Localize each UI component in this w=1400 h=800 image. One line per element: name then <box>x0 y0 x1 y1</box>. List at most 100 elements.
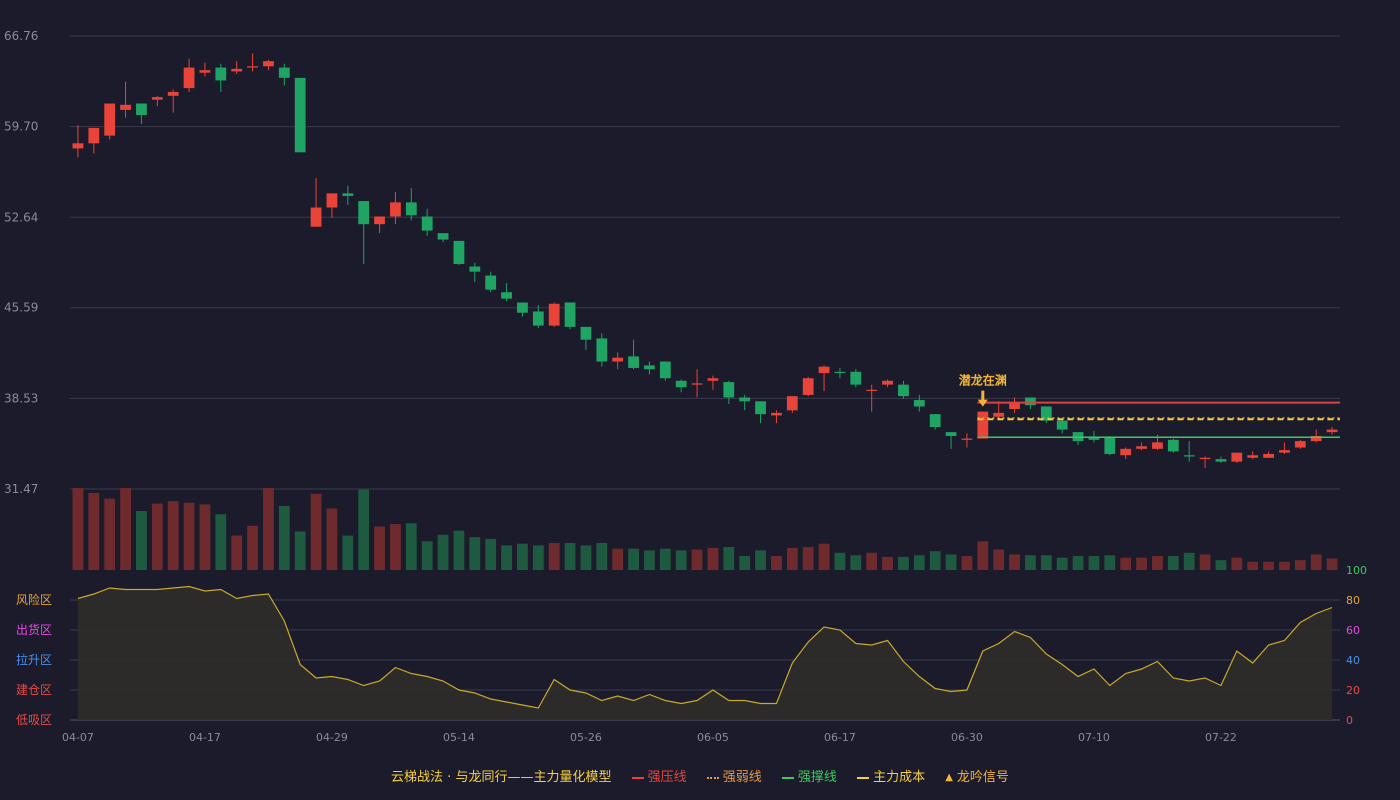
volume-bar <box>739 556 751 570</box>
volume-bar <box>961 556 973 570</box>
volume-bar <box>755 550 766 570</box>
candle-body <box>1294 441 1306 448</box>
volume-bar <box>263 488 274 570</box>
volume-bar <box>913 555 925 570</box>
x-tick-label: 04-29 <box>316 731 348 744</box>
candle-body <box>358 201 370 225</box>
volume-bar <box>231 535 243 570</box>
osc-tick-label: 60 <box>1346 624 1360 637</box>
candle-body <box>72 143 84 149</box>
candle-body <box>993 412 1005 417</box>
volume-bar <box>374 526 385 570</box>
candle-body <box>310 207 322 227</box>
volume-bar <box>977 541 989 570</box>
volume-bar <box>215 514 227 570</box>
volume-bar <box>247 525 258 570</box>
volume-bar <box>1247 561 1259 570</box>
candle-body <box>929 414 941 427</box>
candle-body <box>945 432 957 436</box>
volume-bar <box>104 498 116 570</box>
candle-body <box>1167 439 1179 452</box>
zone-label: 出货区 <box>16 622 52 637</box>
volume-bar <box>199 504 211 570</box>
volume-bar <box>802 547 814 570</box>
price-tick-label: 38.53 <box>4 391 38 405</box>
legend-label: 强压线 <box>647 770 687 785</box>
volume-bar <box>88 492 100 570</box>
legend-item-signal[interactable]: ▲ 龙吟信号 <box>945 766 1009 785</box>
price-tick-label: 66.76 <box>4 29 38 43</box>
volume-bar <box>405 523 417 570</box>
candle-body <box>1215 459 1227 462</box>
candle-body <box>294 77 306 153</box>
volume-bar <box>278 506 290 570</box>
x-tick-label: 07-10 <box>1078 731 1110 744</box>
legend-item-support[interactable]: 强撑线 <box>781 766 837 785</box>
candle-body <box>247 66 258 68</box>
volume-bar <box>1152 556 1163 570</box>
volume-bar <box>167 501 179 570</box>
volume-bar <box>342 535 354 570</box>
oscillator-area <box>77 586 1333 720</box>
candle-body <box>1136 446 1147 449</box>
price-panel <box>72 53 1338 469</box>
x-tick-label: 06-30 <box>951 731 983 744</box>
candle-body <box>1183 455 1195 457</box>
candle-body <box>485 275 497 290</box>
legend-item-weak[interactable]: 强弱线 <box>706 766 762 785</box>
candle-body <box>739 397 751 402</box>
volume-bar <box>501 545 512 570</box>
osc-tick-label: 20 <box>1346 684 1360 697</box>
x-tick-label: 06-05 <box>697 731 729 744</box>
candle-body <box>183 67 195 89</box>
volume-bar <box>1072 556 1084 570</box>
volume-bar <box>1009 554 1020 570</box>
candle-body <box>913 400 925 407</box>
candle-body <box>1104 437 1116 454</box>
candle-body <box>374 216 385 225</box>
volume-bar <box>1310 554 1322 570</box>
candle-body <box>548 303 560 326</box>
volume-bar <box>1104 555 1116 570</box>
volume-panel <box>72 488 1338 570</box>
candle-body <box>151 97 163 100</box>
candle-body <box>1152 442 1163 449</box>
volume-bar <box>898 556 909 570</box>
volume-bar <box>1279 561 1290 570</box>
candle-body <box>390 202 401 217</box>
volume-bar <box>294 531 306 570</box>
volume-bar <box>1215 560 1227 570</box>
candle-body <box>215 67 227 81</box>
candle-body <box>263 61 274 67</box>
volume-bar <box>644 550 655 570</box>
price-tick-label: 45.59 <box>4 301 38 315</box>
candle-body <box>564 302 576 327</box>
legend-label: 强弱线 <box>722 770 762 785</box>
candle-body <box>707 378 719 381</box>
x-tick-label: 04-17 <box>189 731 221 744</box>
candle-body <box>1279 450 1290 453</box>
oscillator-panel <box>77 585 1333 720</box>
candle-body <box>437 233 449 240</box>
candle-body <box>120 104 131 110</box>
legend-title-text: 云梯战法 · 与龙同行——主力量化模型 <box>391 770 612 785</box>
osc-tick-label: 40 <box>1346 654 1360 667</box>
candle-body <box>278 67 290 78</box>
price-tick-label: 59.70 <box>4 120 38 134</box>
volume-bar <box>1231 557 1243 570</box>
legend-label: 龙吟信号 <box>956 770 1009 785</box>
volume-bar <box>628 548 639 570</box>
volume-bar <box>1120 557 1132 570</box>
zone-label: 风险区 <box>16 592 52 607</box>
candle-body <box>231 68 243 72</box>
legend-item-cost[interactable]: 主力成本 <box>857 766 925 785</box>
volume-bar <box>564 542 576 570</box>
signal-marker: 潜龙在渊 <box>959 373 1007 407</box>
volume-bar <box>1040 555 1052 570</box>
zone-label: 低吸区 <box>16 713 52 727</box>
volume-bar <box>151 503 163 570</box>
candle-body <box>532 311 544 326</box>
candle-body <box>580 326 592 340</box>
signal-label: 潜龙在渊 <box>959 373 1007 388</box>
legend-item-resistance[interactable]: 强压线 <box>631 766 687 785</box>
